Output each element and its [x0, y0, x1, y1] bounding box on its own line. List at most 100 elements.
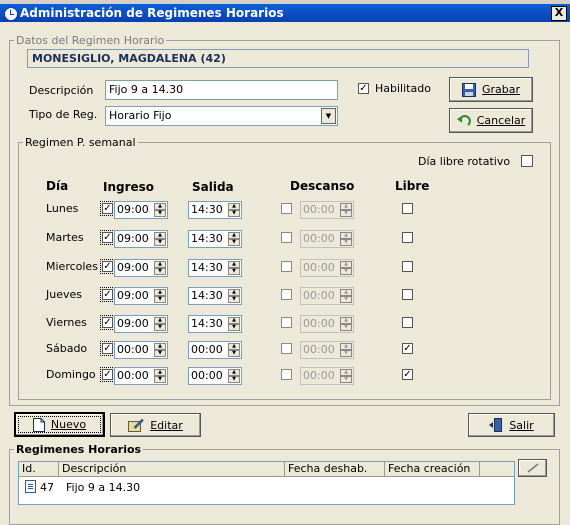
dia-libre-rotativo-checkbox[interactable] [521, 155, 533, 167]
spin-arrows-icon[interactable]: ▲ ▼ [154, 343, 166, 357]
spin-up-icon[interactable]: ▲ [228, 317, 240, 324]
spin-up-icon[interactable]: ▲ [228, 232, 240, 239]
spin-arrows-icon[interactable]: ▲ ▼ [340, 203, 352, 217]
ingreso-checkbox-sábado[interactable]: ✓ [100, 341, 115, 356]
spin-arrows-icon[interactable]: ▲ ▼ [340, 261, 352, 275]
spin-up-icon[interactable]: ▲ [154, 343, 166, 350]
descanso-checkbox-lunes[interactable] [281, 203, 292, 214]
spin-up-icon[interactable]: ▲ [154, 261, 166, 268]
ingreso-checkbox-jueves[interactable]: ✓ [100, 287, 115, 302]
regimenes-table[interactable]: Id. Descripción Fecha deshab. Fecha crea… [18, 461, 515, 505]
grid-options-button[interactable] [518, 459, 547, 477]
spin-arrows-icon[interactable]: ▲ ▼ [228, 232, 240, 246]
spin-arrows-icon[interactable]: ▲ ▼ [340, 232, 352, 246]
descanso-spin-jueves[interactable]: 00:00 ▲ ▼ [300, 287, 354, 305]
spin-up-icon[interactable]: ▲ [340, 369, 352, 376]
spin-up-icon[interactable]: ▲ [154, 289, 166, 296]
spin-arrows-icon[interactable]: ▲ ▼ [154, 289, 166, 303]
spin-down-icon[interactable]: ▼ [228, 268, 240, 275]
libre-checkbox-lunes[interactable] [402, 203, 413, 214]
spin-arrows-icon[interactable]: ▲ ▼ [340, 289, 352, 303]
spin-arrows-icon[interactable]: ▲ ▼ [228, 289, 240, 303]
descanso-checkbox-miercoles[interactable] [281, 261, 292, 272]
spin-down-icon[interactable]: ▼ [228, 296, 240, 303]
ingreso-spin-sábado[interactable]: 00:00 ▲ ▼ [114, 341, 168, 359]
spin-arrows-icon[interactable]: ▲ ▼ [154, 261, 166, 275]
col-descripcion[interactable]: Descripción [59, 462, 285, 477]
descanso-spin-lunes[interactable]: 00:00 ▲ ▼ [300, 201, 354, 219]
spin-arrows-icon[interactable]: ▲ ▼ [228, 317, 240, 331]
descanso-checkbox-domingo[interactable] [281, 369, 292, 380]
spin-down-icon[interactable]: ▼ [340, 376, 352, 383]
spin-down-icon[interactable]: ▼ [340, 350, 352, 357]
spin-down-icon[interactable]: ▼ [228, 239, 240, 246]
ingreso-spin-martes[interactable]: 09:00 ▲ ▼ [114, 230, 168, 248]
ingreso-spin-miercoles[interactable]: 09:00 ▲ ▼ [114, 259, 168, 277]
spin-up-icon[interactable]: ▲ [228, 203, 240, 210]
spin-up-icon[interactable]: ▲ [154, 369, 166, 376]
libre-checkbox-miercoles[interactable] [402, 261, 413, 272]
spin-down-icon[interactable]: ▼ [228, 376, 240, 383]
spin-up-icon[interactable]: ▲ [228, 289, 240, 296]
spin-up-icon[interactable]: ▲ [154, 232, 166, 239]
ingreso-checkbox-lunes[interactable]: ✓ [100, 201, 115, 216]
nuevo-button[interactable]: Nuevo [14, 412, 105, 437]
spin-up-icon[interactable]: ▲ [340, 343, 352, 350]
descanso-checkbox-jueves[interactable] [281, 289, 292, 300]
habilitado-checkbox[interactable]: ✓ [358, 83, 369, 94]
spin-up-icon[interactable]: ▲ [340, 289, 352, 296]
tipo-select[interactable]: Horario Fijo ▼ [105, 106, 338, 126]
spin-arrows-icon[interactable]: ▲ ▼ [340, 317, 352, 331]
col-fecha-creacion[interactable]: Fecha creación [385, 462, 480, 477]
spin-up-icon[interactable]: ▲ [340, 232, 352, 239]
spin-arrows-icon[interactable]: ▲ ▼ [154, 232, 166, 246]
ingreso-checkbox-martes[interactable]: ✓ [100, 230, 115, 245]
spin-up-icon[interactable]: ▲ [154, 317, 166, 324]
salida-spin-sábado[interactable]: 00:00 ▲ ▼ [188, 341, 242, 359]
cancelar-button[interactable]: Cancelar [449, 108, 533, 133]
spin-arrows-icon[interactable]: ▲ ▼ [228, 369, 240, 383]
descanso-checkbox-martes[interactable] [281, 232, 292, 243]
ingreso-checkbox-miercoles[interactable]: ✓ [100, 259, 115, 274]
spin-down-icon[interactable]: ▼ [154, 239, 166, 246]
spin-down-icon[interactable]: ▼ [340, 296, 352, 303]
spin-down-icon[interactable]: ▼ [154, 296, 166, 303]
spin-down-icon[interactable]: ▼ [228, 350, 240, 357]
spin-up-icon[interactable]: ▲ [228, 343, 240, 350]
descanso-spin-sábado[interactable]: 00:00 ▲ ▼ [300, 341, 354, 359]
title-bar[interactable]: Administración de Regimenes Horarios X [0, 4, 570, 22]
spin-down-icon[interactable]: ▼ [228, 210, 240, 217]
spin-arrows-icon[interactable]: ▲ ▼ [340, 343, 352, 357]
libre-checkbox-viernes[interactable] [402, 317, 413, 328]
spin-down-icon[interactable]: ▼ [154, 350, 166, 357]
spin-down-icon[interactable]: ▼ [154, 324, 166, 331]
spin-arrows-icon[interactable]: ▲ ▼ [228, 203, 240, 217]
libre-checkbox-domingo[interactable]: ✓ [402, 369, 413, 380]
salida-spin-lunes[interactable]: 14:30 ▲ ▼ [188, 201, 242, 219]
spin-arrows-icon[interactable]: ▲ ▼ [228, 343, 240, 357]
spin-down-icon[interactable]: ▼ [340, 268, 352, 275]
spin-down-icon[interactable]: ▼ [154, 376, 166, 383]
salir-button[interactable]: Salir [468, 413, 555, 437]
table-row[interactable]: 47 Fijo 9 a 14.30 [20, 479, 479, 495]
descanso-spin-viernes[interactable]: 00:00 ▲ ▼ [300, 315, 354, 333]
ingreso-checkbox-viernes[interactable]: ✓ [100, 315, 115, 330]
spin-up-icon[interactable]: ▲ [228, 261, 240, 268]
spin-down-icon[interactable]: ▼ [228, 324, 240, 331]
descanso-spin-domingo[interactable]: 00:00 ▲ ▼ [300, 367, 354, 385]
descanso-spin-martes[interactable]: 00:00 ▲ ▼ [300, 230, 354, 248]
ingreso-spin-domingo[interactable]: 00:00 ▲ ▼ [114, 367, 168, 385]
descanso-spin-miercoles[interactable]: 00:00 ▲ ▼ [300, 259, 354, 277]
ingreso-spin-lunes[interactable]: 09:00 ▲ ▼ [114, 201, 168, 219]
spin-up-icon[interactable]: ▲ [154, 203, 166, 210]
spin-arrows-icon[interactable]: ▲ ▼ [154, 369, 166, 383]
spin-up-icon[interactable]: ▲ [340, 203, 352, 210]
descanso-checkbox-sábado[interactable] [281, 343, 292, 354]
descanso-checkbox-viernes[interactable] [281, 317, 292, 328]
spin-down-icon[interactable]: ▼ [340, 210, 352, 217]
spin-down-icon[interactable]: ▼ [340, 324, 352, 331]
editar-button[interactable]: Editar [110, 413, 201, 437]
spin-down-icon[interactable]: ▼ [340, 239, 352, 246]
spin-down-icon[interactable]: ▼ [154, 210, 166, 217]
grabar-button[interactable]: Grabar [449, 77, 533, 102]
